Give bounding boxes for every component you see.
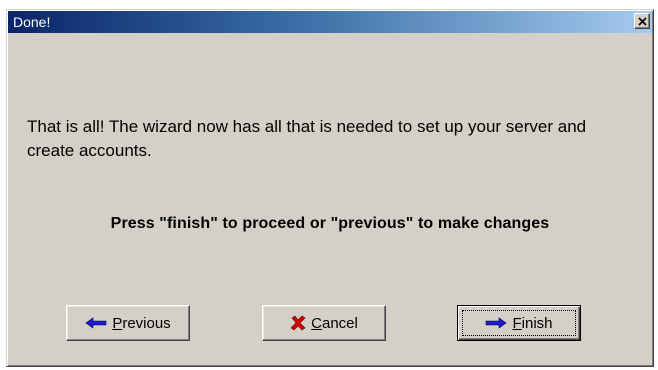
cancel-button[interactable]: Cancel <box>262 305 386 341</box>
window-title: Done! <box>13 14 51 30</box>
previous-button[interactable]: Previous <box>66 305 190 341</box>
finish-button-label: Finish <box>512 314 553 332</box>
arrow-right-icon <box>485 317 508 329</box>
wizard-dialog: Done! That is all! The wizard now has al… <box>6 9 654 367</box>
wizard-instruction: Press "finish" to proceed or "previous" … <box>110 215 550 232</box>
arrow-left-icon <box>85 317 107 329</box>
title-bar[interactable]: Done! <box>8 11 652 33</box>
wizard-message: That is all! The wizard now has all that… <box>27 117 587 160</box>
close-button[interactable] <box>634 13 650 29</box>
previous-button-label: Previous <box>112 314 171 332</box>
red-x-icon <box>290 315 306 331</box>
finish-button[interactable]: Finish <box>457 305 581 341</box>
close-icon <box>638 17 647 26</box>
cancel-button-label: Cancel <box>311 314 358 332</box>
